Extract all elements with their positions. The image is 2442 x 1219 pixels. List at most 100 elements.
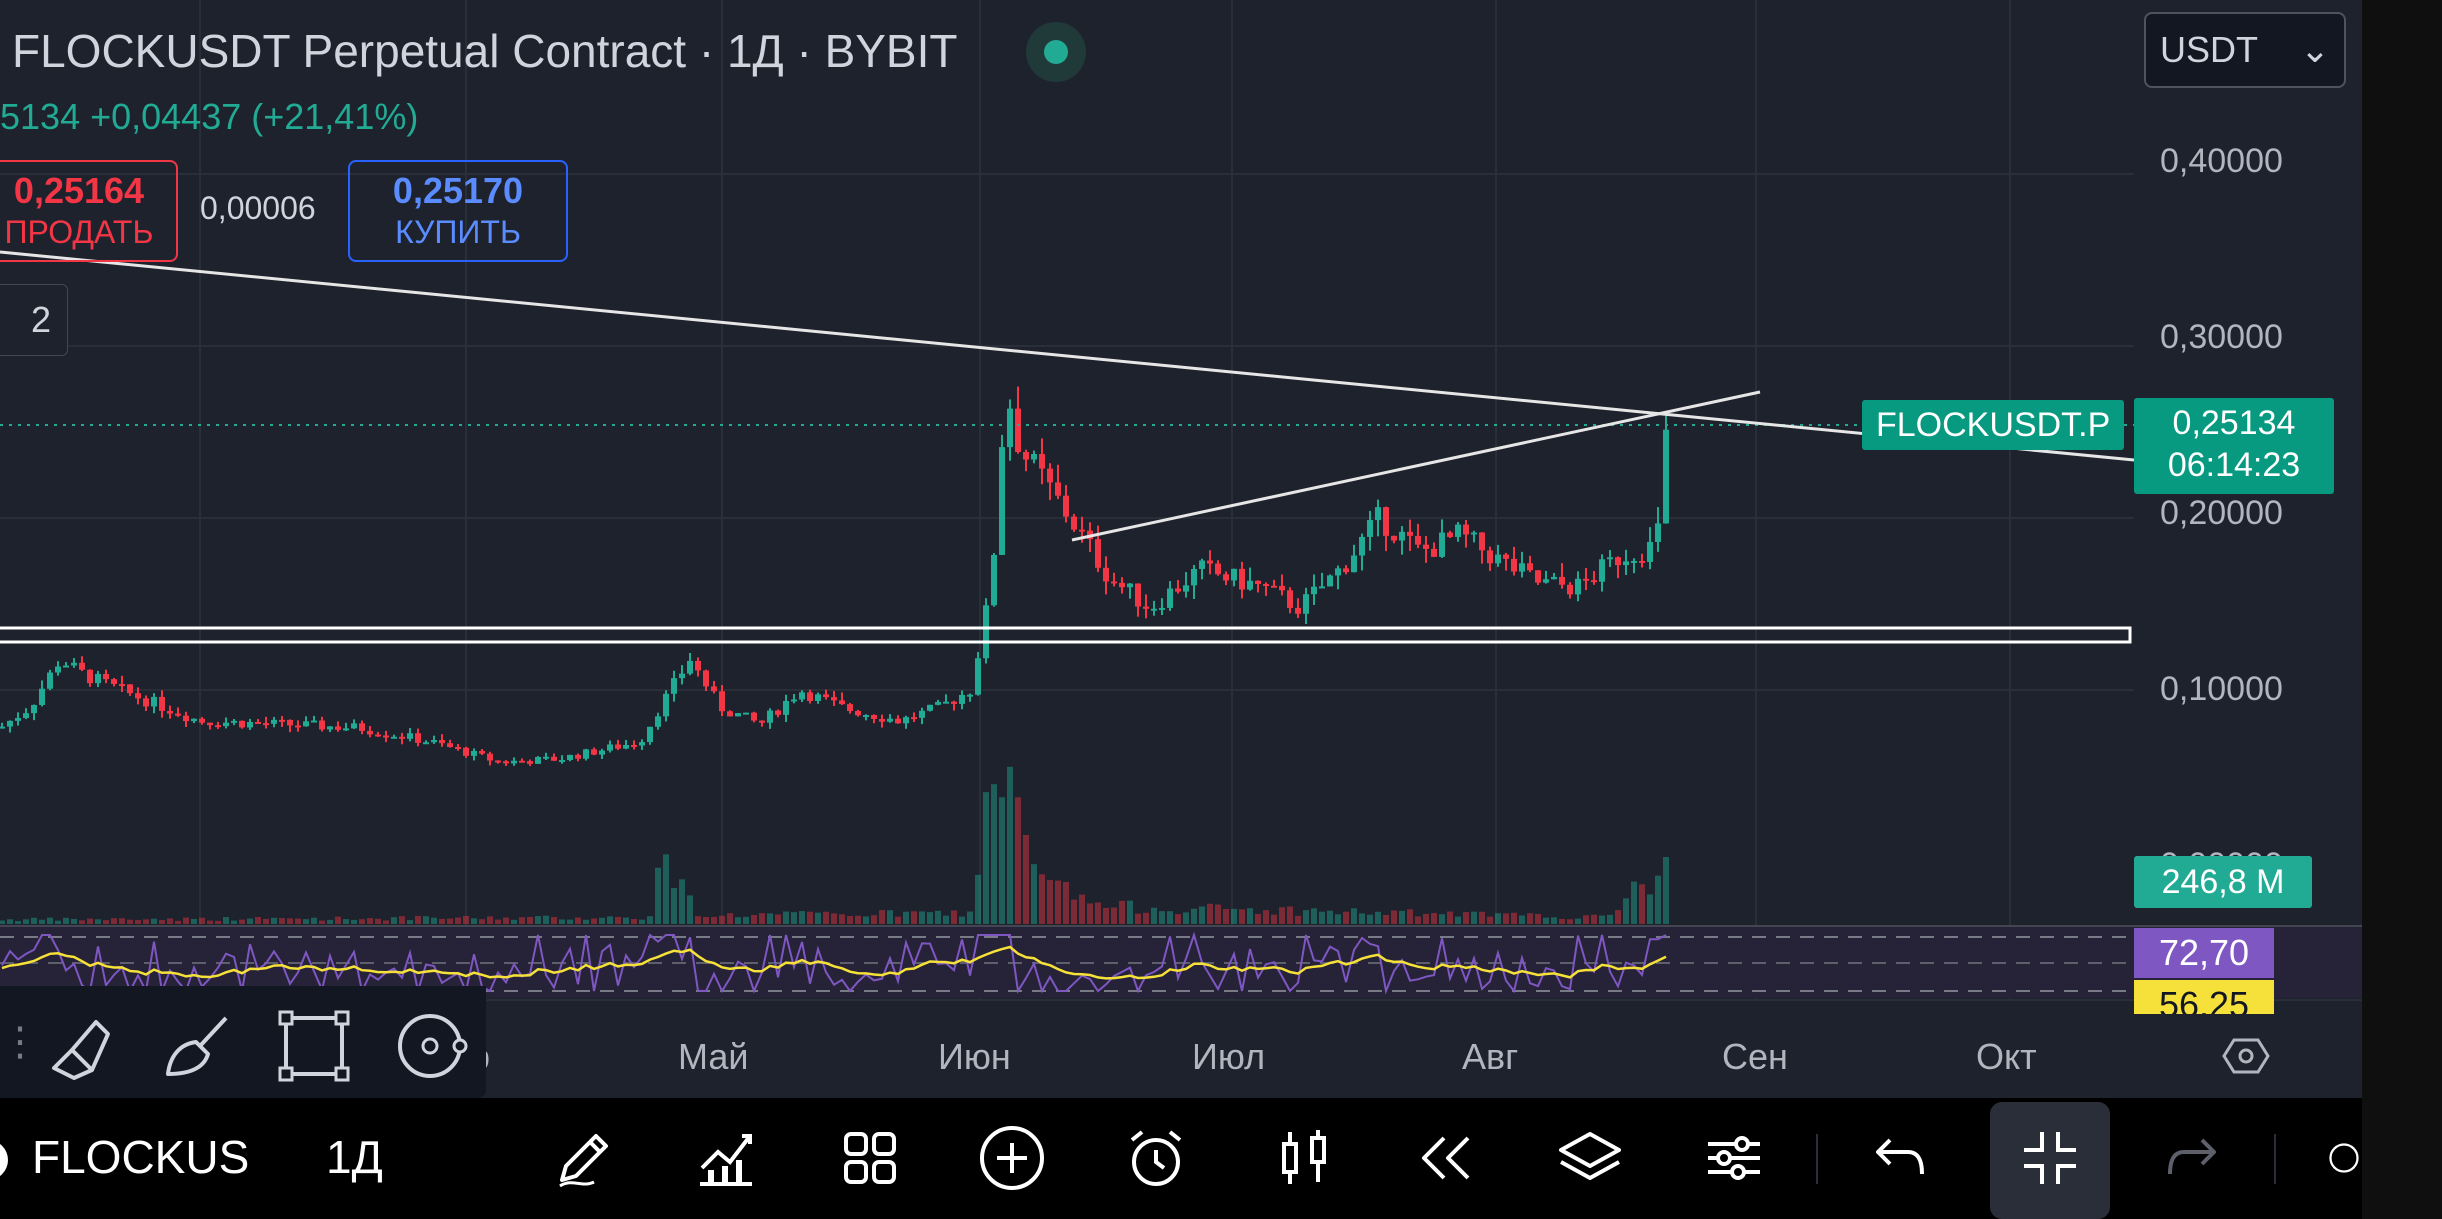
candle-body: [367, 730, 373, 735]
symbol-title[interactable]: FLOCKUSDT Perpetual Contract · 1Д · BYBI…: [12, 24, 958, 78]
layout-grid-icon[interactable]: [832, 1120, 908, 1196]
volume-bar: [751, 914, 757, 924]
candle-body: [1207, 560, 1213, 564]
candle-body: [1599, 559, 1605, 582]
volume-bar: [1119, 900, 1125, 924]
brush-icon[interactable]: [160, 1006, 240, 1086]
candle-body: [1519, 563, 1525, 572]
candle-body: [31, 704, 37, 714]
volume-bar: [1303, 910, 1309, 924]
candle-body: [575, 754, 581, 759]
layers-icon[interactable]: [1552, 1120, 1628, 1196]
candle-body: [1607, 557, 1613, 560]
volume-bar: [127, 919, 133, 924]
candle-body: [895, 718, 901, 724]
volume-bar: [687, 895, 693, 924]
pencil-icon[interactable]: [546, 1120, 622, 1196]
rectangle-icon[interactable]: [274, 1006, 354, 1086]
volume-bar: [839, 914, 845, 924]
account-icon[interactable]: [2326, 1120, 2362, 1196]
volume-bar: [1319, 911, 1325, 924]
candle-body: [783, 700, 789, 715]
volume-bar: [7, 919, 13, 924]
volume-bar: [223, 917, 229, 924]
chart-settings-icon[interactable]: [2222, 1036, 2270, 1076]
add-icon[interactable]: [974, 1120, 1050, 1196]
market-status-icon[interactable]: [1026, 22, 1086, 82]
candle-body: [207, 722, 213, 726]
volume-bar: [1103, 907, 1109, 924]
candle-body: [599, 750, 605, 755]
candle-body: [1623, 561, 1629, 566]
volume-bar: [559, 919, 565, 924]
volume-bar: [871, 915, 877, 924]
sell-button[interactable]: 0,25164 ПРОДАТЬ: [0, 160, 178, 262]
volume-bar: [983, 792, 989, 924]
volume-bar: [1063, 882, 1069, 924]
circle-tool-icon[interactable]: [390, 1006, 470, 1086]
candle-body: [1167, 588, 1173, 608]
candle-body: [1503, 554, 1509, 559]
volume-bar: [319, 920, 325, 924]
volume-bar: [815, 912, 821, 924]
interval-button[interactable]: 1Д: [326, 1130, 383, 1184]
undo-icon[interactable]: [1862, 1120, 1938, 1196]
indicators-icon[interactable]: [688, 1120, 764, 1196]
candle-body: [1423, 544, 1429, 549]
x-label: Окт: [1976, 1036, 2037, 1077]
volume-bar: [23, 919, 29, 924]
volume-bar: [1463, 912, 1469, 924]
volume-bar: [535, 916, 541, 924]
candle-body: [1375, 507, 1381, 521]
buy-button[interactable]: 0,25170 КУПИТЬ: [348, 160, 568, 262]
candle-body: [1615, 557, 1621, 566]
volume-bar: [1599, 915, 1605, 924]
chevron-down-icon: ⌄: [2299, 29, 2330, 70]
candle-body: [335, 726, 341, 730]
candle-body: [863, 715, 869, 718]
candle-body: [519, 760, 525, 763]
fullscreen-exit-icon[interactable]: [2012, 1120, 2088, 1196]
volume-bar: [1447, 911, 1453, 924]
volume-bar: [855, 915, 861, 924]
highlighter-icon[interactable]: [44, 1006, 124, 1086]
volume-bar: [575, 917, 581, 924]
candle-body: [735, 713, 741, 717]
alarm-icon[interactable]: [1118, 1120, 1194, 1196]
volume-bar: [207, 920, 213, 924]
candle-body: [199, 718, 205, 723]
candle-body: [159, 696, 165, 711]
volume-bar: [1055, 880, 1061, 924]
volume-bar: [1631, 881, 1637, 924]
indicator-counter[interactable]: 2: [0, 284, 68, 356]
x-label: Май: [678, 1036, 749, 1077]
volume-bar: [1247, 908, 1253, 924]
volume-bar: [1367, 914, 1373, 924]
candles-icon[interactable]: [1266, 1120, 1342, 1196]
volume-bar: [79, 920, 85, 924]
candle-body: [1183, 585, 1189, 592]
drag-handle-icon[interactable]: ⋮: [0, 986, 40, 1098]
volume-bar: [895, 916, 901, 924]
replay-icon[interactable]: [1408, 1120, 1484, 1196]
candle-body: [991, 554, 997, 606]
volume-bar: [1135, 913, 1141, 924]
symbol-search[interactable]: FLOCKUS: [32, 1130, 249, 1184]
candle-body: [1351, 555, 1357, 573]
y-label: 0,10000: [2160, 670, 2283, 708]
volume-bar: [1295, 915, 1301, 924]
sell-label: ПРОДАТЬ: [4, 214, 154, 250]
candle-body: [1127, 583, 1133, 588]
volume-bar: [591, 918, 597, 924]
settings-sliders-icon[interactable]: [1696, 1120, 1772, 1196]
currency-select[interactable]: USDT ⌄: [2144, 12, 2346, 88]
volume-bar: [1287, 906, 1293, 924]
redo-icon[interactable]: [2154, 1120, 2230, 1196]
candle-body: [479, 750, 485, 754]
volume-bar: [119, 918, 125, 924]
volume-bar: [71, 918, 77, 924]
candle-body: [15, 717, 21, 721]
candle-body: [743, 712, 749, 715]
candle-body: [471, 750, 477, 756]
candle-body: [767, 710, 773, 723]
